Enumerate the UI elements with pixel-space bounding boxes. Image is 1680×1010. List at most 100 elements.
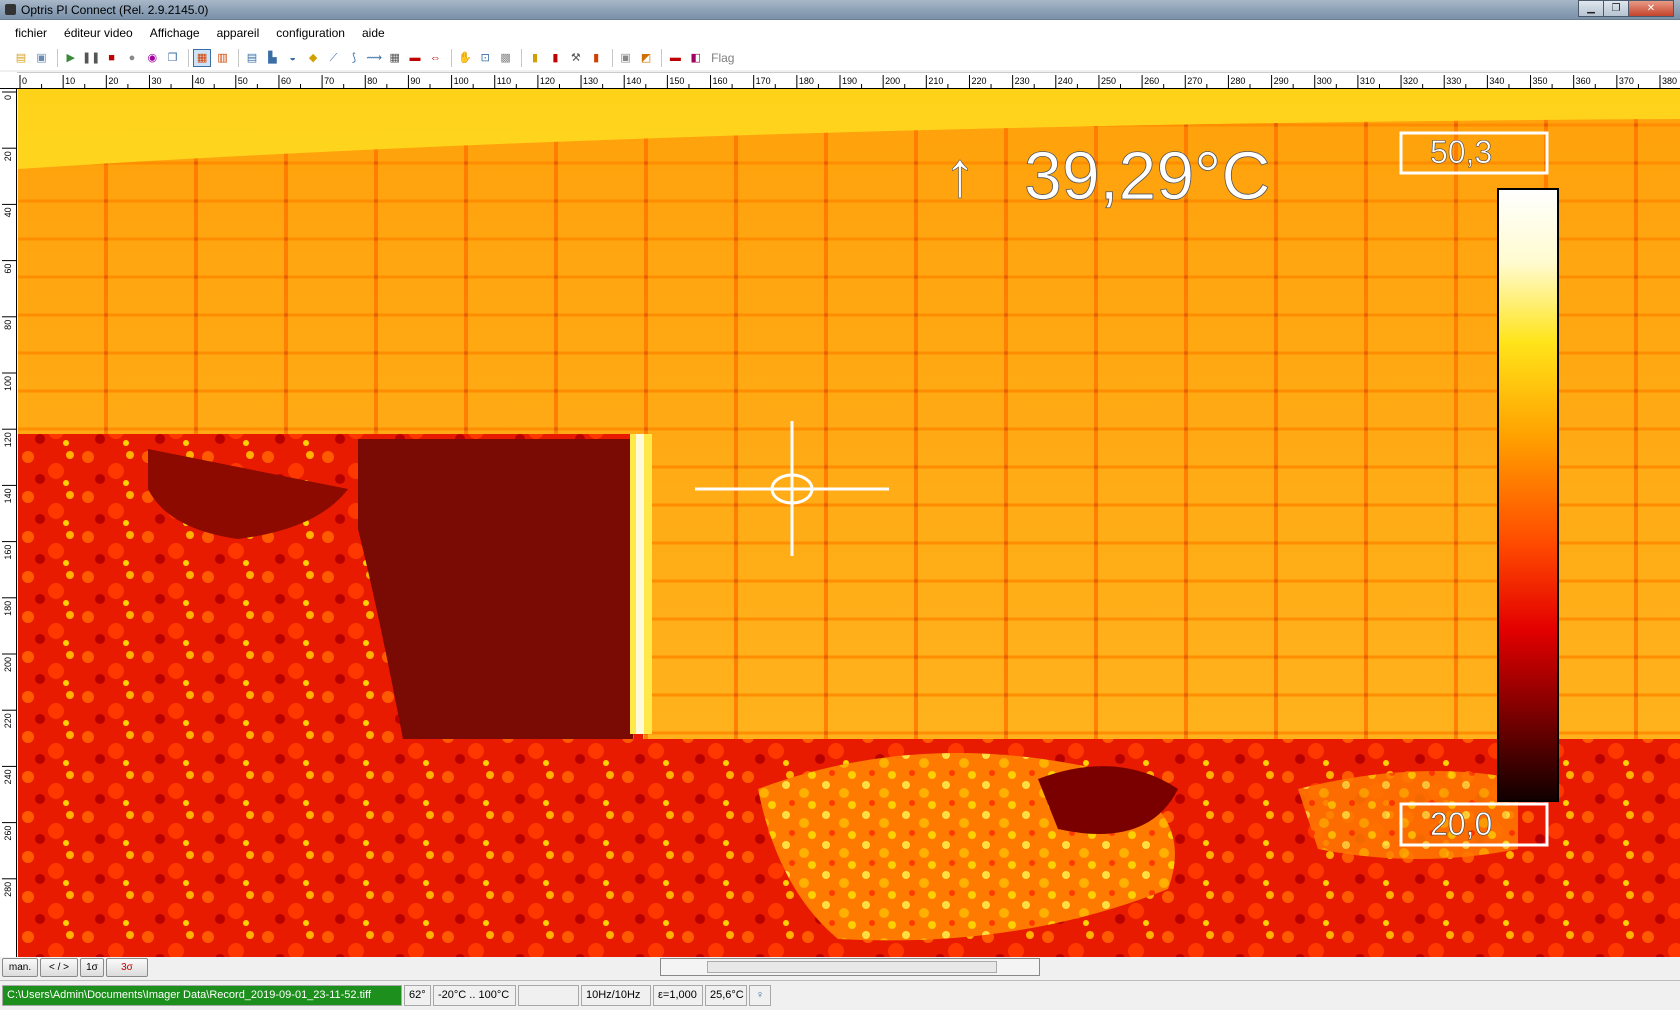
menu-editeur-video[interactable]: éditeur video [57, 26, 140, 40]
ruler-x-label: 170 [756, 76, 771, 86]
hot-spot-icon[interactable]: ▮ [587, 49, 605, 67]
ruler-x-label: 360 [1576, 76, 1591, 86]
ruler-x-label: 380 [1662, 76, 1677, 86]
ruler-x-label: 200 [885, 76, 900, 86]
ruler-x-label: 70 [324, 76, 334, 86]
menu-appareil[interactable]: appareil [210, 26, 267, 40]
status-bar: C:\Users\Admin\Documents\Imager Data\Rec… [0, 980, 1680, 1010]
measure-line-icon[interactable]: ▬ [406, 49, 424, 67]
toolbar-separator [520, 49, 522, 67]
minmax-scale-button[interactable]: < / > [40, 958, 78, 977]
ruler-x-label: 260 [1144, 76, 1159, 86]
ruler-x-label: 120 [540, 76, 555, 86]
area-icon[interactable]: ▩ [497, 49, 515, 67]
maximize-button[interactable]: ❐ [1603, 0, 1629, 17]
graph-icon[interactable]: ⟆ [345, 49, 363, 67]
menu-affichage[interactable]: Affichage [143, 26, 207, 40]
copy-icon[interactable]: ❐ [164, 49, 182, 67]
pause-icon[interactable]: ❚❚ [82, 49, 100, 67]
hand-icon[interactable]: ✋ [456, 49, 474, 67]
toolbar-separator [450, 49, 452, 67]
ruler-x-label: 350 [1533, 76, 1548, 86]
ruler-y-label: 180 [3, 601, 13, 616]
menu-fichier[interactable]: fichier [8, 26, 54, 40]
ruler-x-label: 270 [1187, 76, 1202, 86]
toolbar-separator [56, 49, 58, 67]
manual-scale-button[interactable]: man. [2, 958, 38, 977]
cold-spot-icon[interactable]: ▣ [617, 49, 635, 67]
scale-max-value: 50,3 [1430, 134, 1492, 170]
horizontal-scrollbar[interactable] [660, 958, 1040, 976]
grid-icon[interactable]: ▦ [386, 49, 404, 67]
histogram-icon[interactable]: ▙ [263, 49, 281, 67]
ruler-x-label: 30 [151, 76, 161, 86]
ruler-y-label: 120 [3, 432, 13, 447]
menu-aide[interactable]: aide [355, 26, 392, 40]
open-icon[interactable]: ▤ [12, 49, 30, 67]
scrollbar-thumb[interactable] [707, 961, 997, 973]
ruler-x-label: 210 [928, 76, 943, 86]
layout-icon[interactable]: ▤ [243, 49, 261, 67]
ruler-x-label: 230 [1015, 76, 1030, 86]
toolbar-separator [661, 49, 663, 67]
sigma1-scale-button[interactable]: 1σ [80, 958, 104, 977]
ruler-y-label: 40 [3, 207, 13, 217]
ruler-x-label: 10 [65, 76, 75, 86]
ruler-x-label: 20 [108, 76, 118, 86]
tools-icon[interactable]: ⚒ [567, 49, 585, 67]
ruler-y-label: 20 [3, 151, 13, 161]
record-icon[interactable]: ● [123, 49, 141, 67]
title-bar: Optris PI Connect (Rel. 2.9.2145.0) ▁ ❐ … [0, 0, 1680, 20]
status-empty-field [518, 985, 579, 1006]
app-icon [5, 4, 16, 15]
gauge-icon[interactable]: ◆ [304, 49, 322, 67]
file-path: C:\Users\Admin\Documents\Imager Data\Rec… [2, 985, 402, 1006]
graph2-icon[interactable]: ⟿ [365, 49, 383, 67]
toolbar: ▤ ▣ ▶ ❚❚ ■ ● ◉ ❐ ▦ ▥ ▤ ▙ ◒ ◆ ⟋ ⟆ ⟿ ▦ ▬ ⇔ ✋ ⊡ ▩ ▮ ▮ ⚒ ▮ ▣ ◩ ▬ ◧ Flag [0, 46, 1680, 70]
zoom-fit-icon[interactable]: ⊡ [476, 49, 494, 67]
ruler-x-label: 180 [799, 76, 814, 86]
thermometer-icon[interactable]: ♀ [749, 985, 771, 1006]
trigger-icon[interactable]: ◧ [687, 49, 705, 67]
measure-range-icon[interactable]: ⇔ [426, 49, 444, 67]
split-view-icon[interactable]: ▥ [214, 49, 232, 67]
close-button[interactable]: ✕ [1628, 0, 1674, 17]
ruler-y-label: 240 [3, 769, 13, 784]
sigma3-scale-button[interactable]: 3σ [106, 958, 148, 977]
ruler-x-label: 80 [367, 76, 377, 86]
menu-configuration[interactable]: configuration [269, 26, 352, 40]
toolbar-separator [237, 49, 239, 67]
ruler-x-label: 220 [971, 76, 986, 86]
ruler-x-label: 370 [1619, 76, 1634, 86]
ruler-x-label: 240 [1058, 76, 1073, 86]
fov-value: 62° [404, 985, 431, 1006]
minimize-button[interactable]: ▁ [1578, 0, 1604, 17]
chart-icon[interactable]: ◒ [284, 49, 302, 67]
ruler-x-label: 100 [454, 76, 469, 86]
ruler-x-label: 190 [842, 76, 857, 86]
camera-icon[interactable]: ◉ [143, 49, 161, 67]
ruler-x-label: 140 [626, 76, 641, 86]
line-profile-icon[interactable]: ⟋ [324, 49, 342, 67]
save-icon[interactable]: ▣ [32, 49, 50, 67]
ruler-y-label: 100 [3, 376, 13, 391]
scale-min-value: 20,0 [1430, 806, 1492, 842]
window-title: Optris PI Connect (Rel. 2.9.2145.0) [21, 3, 209, 17]
thermal-image-view[interactable]: ↑ 39,29°C 50,3 20,0 [18, 89, 1680, 957]
flag-fr-icon[interactable]: ▮ [546, 49, 564, 67]
scale-mode-buttons: man. < / > 1σ 3σ [2, 958, 150, 978]
thermal-image[interactable]: ↑ 39,29°C 50,3 20,0 [18, 89, 1680, 957]
flag-button[interactable]: Flag [711, 51, 734, 65]
ruler-x-label: 60 [281, 76, 291, 86]
ruler-x-label: 50 [238, 76, 248, 86]
ruler-y-label: 80 [3, 320, 13, 330]
flag-de-icon[interactable]: ▮ [526, 49, 544, 67]
palette-view-icon[interactable]: ▦ [193, 49, 212, 67]
stop-icon[interactable]: ■ [103, 49, 121, 67]
record-red-icon[interactable]: ▬ [666, 49, 684, 67]
play-icon[interactable]: ▶ [62, 49, 80, 67]
ruler-x-label: 320 [1403, 76, 1418, 86]
ruler-x-label: 150 [669, 76, 684, 86]
ruler-y-label: 200 [3, 657, 13, 672]
hazard-icon[interactable]: ◩ [637, 49, 655, 67]
